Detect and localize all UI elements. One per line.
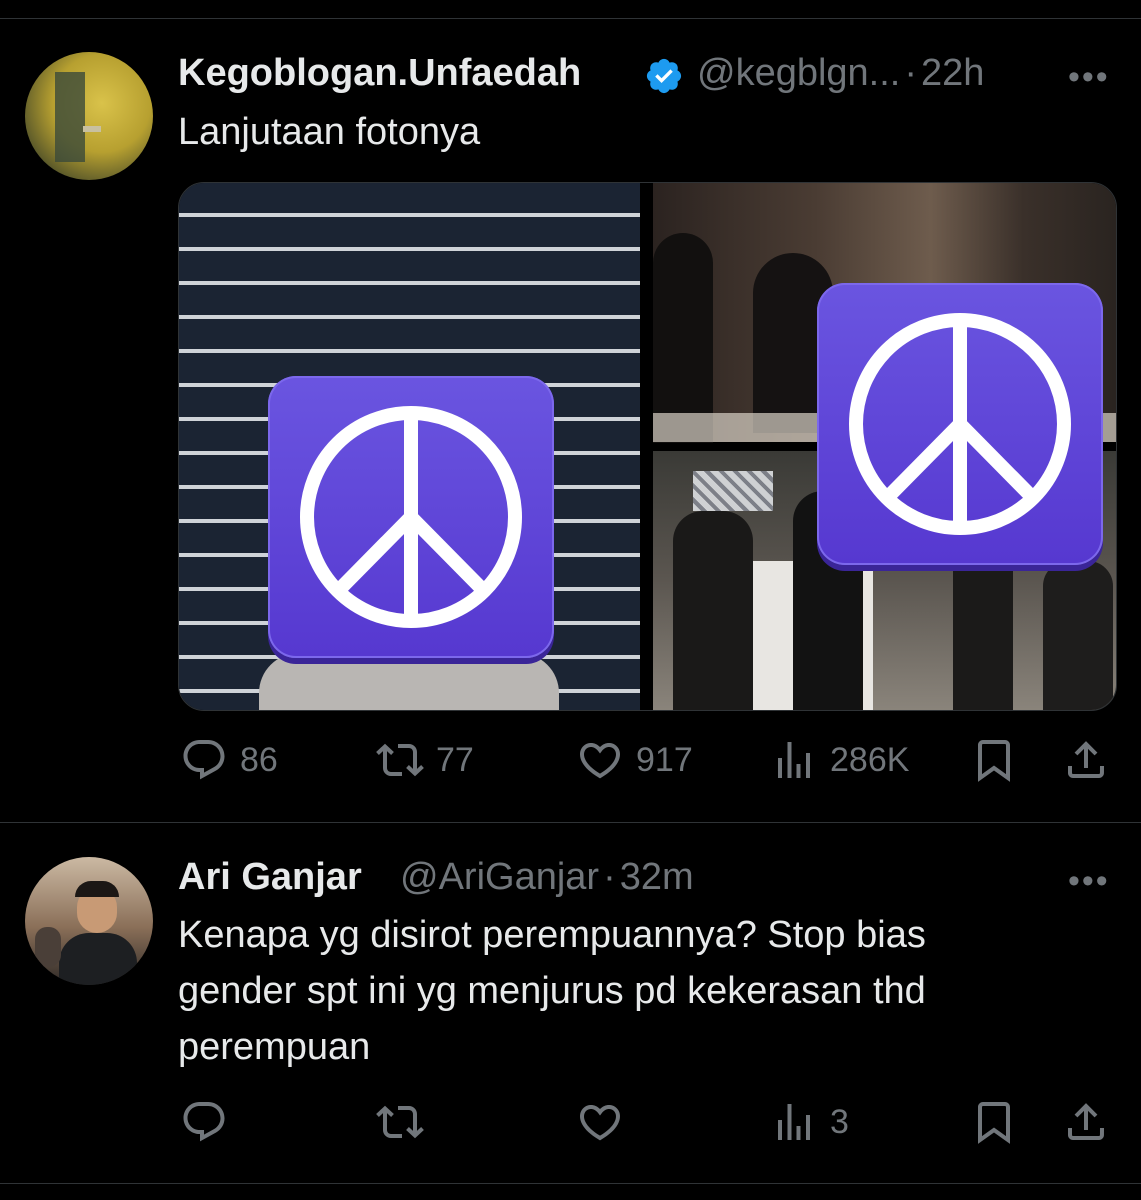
reply-count: 86 [240, 740, 278, 779]
share-icon [1068, 741, 1104, 778]
author-avatar[interactable] [25, 52, 153, 180]
verified-badge-icon [644, 56, 684, 101]
like-count: 917 [636, 740, 693, 779]
author-name[interactable]: Kegoblogan.Unfaedah [178, 52, 581, 95]
bookmark-icon [978, 1102, 1010, 1144]
bookmark-icon [978, 740, 1010, 782]
peace-sign-icon [817, 283, 1103, 565]
reply-button[interactable] [180, 1098, 228, 1146]
views-button[interactable]: 3 [770, 1098, 849, 1146]
heart-icon [579, 1105, 621, 1141]
tweet-2[interactable]: Ari Ganjar @AriGanjar · 32m ••• Kenapa yg … [0, 823, 1141, 1183]
reply-icon [183, 740, 225, 780]
views-icon [778, 1104, 810, 1140]
tweet-text: Kenapa yg disirot perempuannya? Stop bia… [178, 907, 926, 1075]
like-button[interactable] [576, 1098, 624, 1146]
retweet-count: 77 [436, 740, 474, 779]
share-button[interactable] [1062, 736, 1110, 784]
views-count: 3 [830, 1102, 849, 1141]
peace-sign-icon [268, 376, 554, 658]
views-count: 286K [830, 740, 910, 779]
bookmark-button[interactable] [970, 736, 1018, 784]
tweet-text: Lanjutaan fotonya [178, 111, 481, 153]
like-button[interactable]: 917 [576, 736, 693, 784]
share-icon [1068, 1103, 1104, 1140]
bookmark-button[interactable] [970, 1098, 1018, 1146]
heart-icon [579, 743, 621, 779]
retweet-icon [376, 1105, 424, 1139]
more-options-icon[interactable]: ••• [1068, 58, 1110, 97]
author-name[interactable]: Ari Ganjar [178, 856, 362, 899]
tweet-text-line: gender spt ini yg menjurus pd kekerasan … [178, 970, 926, 1012]
share-button[interactable] [1062, 1098, 1110, 1146]
tweet-text-line: perempuan [178, 1026, 371, 1068]
retweet-button[interactable] [376, 1098, 424, 1146]
timestamp: 32m [619, 856, 694, 898]
bottom-divider [0, 1183, 1141, 1184]
timestamp: 22h [921, 52, 985, 94]
reply-button[interactable]: 86 [180, 736, 278, 784]
tweet-text-line: Kenapa yg disirot perempuannya? Stop bia… [178, 914, 926, 956]
views-icon [778, 742, 810, 778]
author-avatar[interactable] [25, 857, 153, 985]
reply-icon [183, 1102, 225, 1142]
retweet-button[interactable]: 77 [376, 736, 474, 784]
author-handle[interactable]: @kegblgn... · 22h [697, 52, 984, 95]
retweet-icon [376, 743, 424, 777]
author-handle[interactable]: @AriGanjar · 32m [400, 856, 694, 899]
views-button[interactable]: 286K [770, 736, 909, 784]
more-options-icon[interactable]: ••• [1068, 862, 1110, 901]
tweet-1[interactable]: Kegoblogan.Unfaedah @kegblgn... · 22h ••• … [0, 0, 1141, 822]
